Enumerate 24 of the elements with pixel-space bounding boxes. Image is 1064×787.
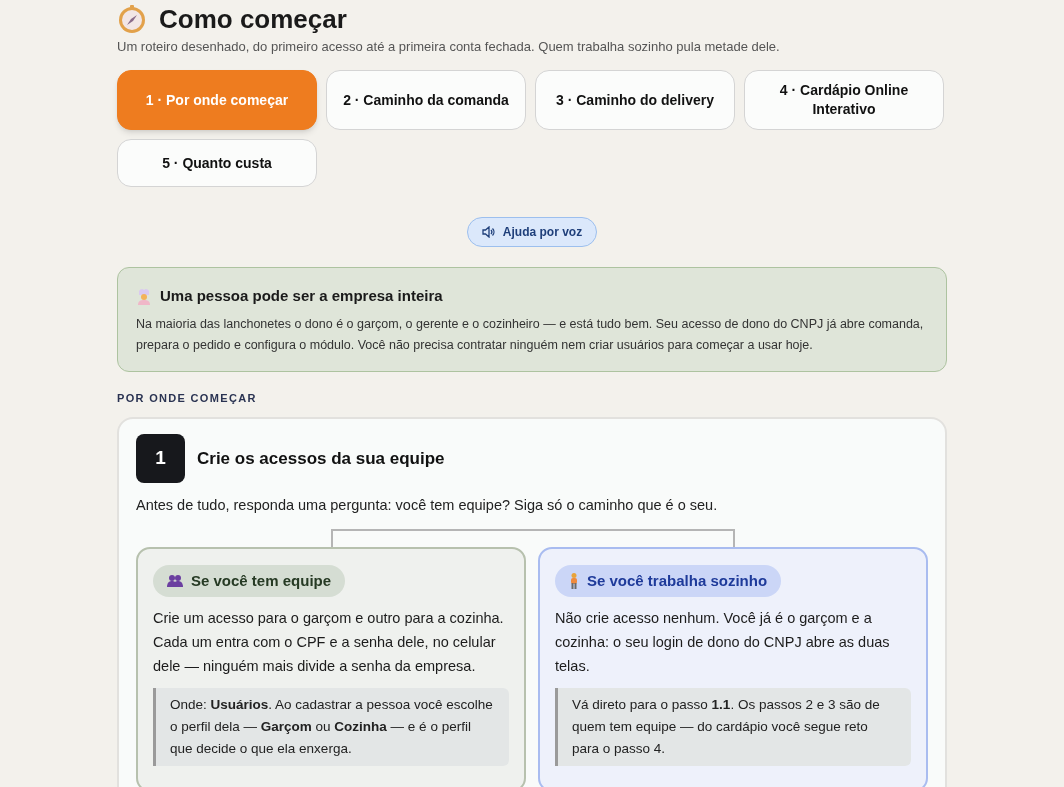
- step-number: 1: [136, 434, 185, 483]
- step-intro: Antes de tudo, responda uma pergunta: você tem equipe? Siga só o caminho que é o seu.: [136, 496, 719, 515]
- callout-text: Na maioria das lanchonetes o dono é o garçom, o gerente e o cozinheiro — e está tudo bem. Seu acesso de dono do CNPJ já abre comanda, prepara o pedido e configura o módulo. Você não precisa contratar ninguém nem criar usuários para começar a usar hoje.: [136, 315, 925, 354]
- cook-icon: [136, 287, 152, 305]
- people-icon: [167, 574, 183, 588]
- person-icon: [569, 573, 579, 589]
- step-tab[interactable]: 3 · Caminho do delivery: [535, 70, 735, 130]
- speaker-icon: [481, 226, 495, 238]
- step-title: Crie os acessos da sua equipe: [197, 447, 445, 470]
- page-title: Como começar: [159, 4, 347, 34]
- voice-help-button[interactable]: Ajuda por voz: [466, 217, 598, 247]
- section-label: POR ONDE COMEÇAR: [117, 390, 258, 406]
- path-badge: Se você tem equipe: [153, 564, 346, 598]
- step-tab[interactable]: 5 · Quanto custa: [117, 139, 317, 187]
- callout-title: Uma pessoa pode ser a empresa inteira: [160, 286, 443, 306]
- step-tab[interactable]: 4 · Cardápio Online Interativo: [744, 70, 944, 130]
- path-badge: Se você trabalha sozinho: [555, 564, 782, 598]
- path-note: Onde: Usuários. Ao cadastrar a pessoa você escolhe o perfil dela — Garçom ou Cozinha — e é o perfil que decide o que ela enxerga.: [153, 688, 509, 767]
- path-text: Crie um acesso para o garçom e outro para a cozinha. Cada um entra com o CPF e a senha dele, no celular dele — ninguém mais divide a senha da empresa.: [153, 609, 505, 677]
- path-note: Vá direto para o passo 1.1. Os passos 2 e 3 são de quem tem equipe — do cardápio você segue reto para o passo 4.: [555, 688, 911, 767]
- step-tab[interactable]: 2 · Caminho da comanda: [326, 70, 526, 130]
- compass-icon: [117, 4, 147, 34]
- path-text: Não crie acesso nenhum. Você já é o garçom e a cozinha: o seu login de dono do CNPJ abre as duas telas.: [555, 609, 891, 677]
- page-subtitle: Um roteiro desenhado, do primeiro acesso até a primeira conta fechada. Quem trabalha sozinho pula metade dele.: [117, 38, 781, 56]
